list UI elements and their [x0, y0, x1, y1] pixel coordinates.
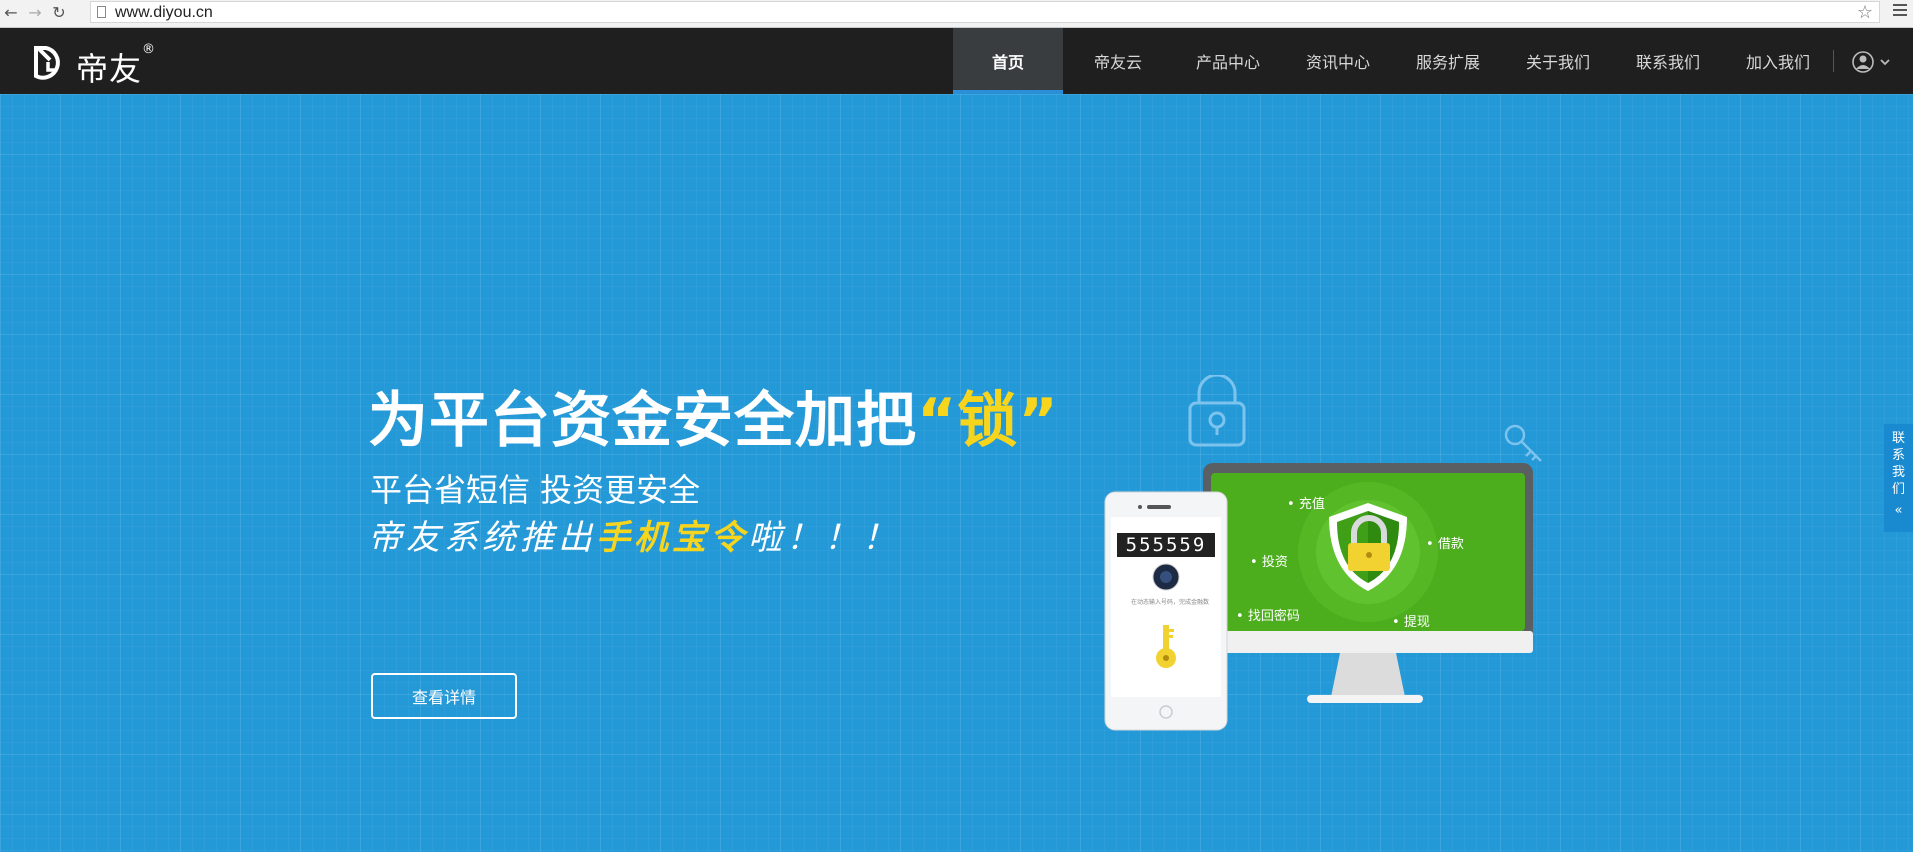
label-loan-text: 借款: [1437, 537, 1464, 552]
tagline-suffix: 啦！！！: [748, 518, 900, 558]
chevron-left-icon[interactable]: «: [1884, 502, 1913, 519]
nav-services[interactable]: 服务扩展: [1393, 28, 1503, 94]
bookmark-star-icon[interactable]: ☆: [1857, 2, 1873, 23]
headline-accent: “锁”: [917, 386, 1059, 456]
site-header: 帝友® 首页 帝友云 产品中心 资讯中心 服务扩展 关于我们 联系我们 加入我们: [0, 28, 1913, 94]
label-recharge-text: 充值: [1298, 497, 1325, 512]
monitor-illustration: [1203, 463, 1533, 703]
contact-tab-char: 我: [1891, 465, 1905, 480]
tagline-accent: 手机宝令: [596, 518, 748, 558]
page-icon: [97, 6, 106, 18]
nav-diyou-cloud[interactable]: 帝友云: [1063, 28, 1173, 94]
contact-tab-char: 系: [1891, 448, 1905, 463]
back-arrow-icon[interactable]: ←: [2, 4, 20, 22]
main-nav: 首页 帝友云 产品中心 资讯中心 服务扩展 关于我们 联系我们 加入我们: [953, 28, 1833, 94]
contact-us-side-tab[interactable]: 联 系 我 们 «: [1884, 424, 1913, 532]
user-avatar-icon: [1852, 51, 1890, 73]
monitor-label-withdraw: • 提现: [1392, 615, 1430, 630]
phone-code-display: 555559: [1125, 534, 1207, 556]
monitor-label-loan: • 借款: [1426, 537, 1464, 552]
nav-products[interactable]: 产品中心: [1173, 28, 1283, 94]
address-bar[interactable]: www.diyou.cn ☆: [90, 1, 1880, 23]
contact-tab-char: 们: [1891, 482, 1905, 497]
label-invest-text: 投资: [1261, 555, 1288, 570]
nav-news[interactable]: 资讯中心: [1283, 28, 1393, 94]
label-withdraw-text: 提现: [1403, 615, 1430, 630]
nav-join[interactable]: 加入我们: [1723, 28, 1833, 94]
hero-banner: [0, 94, 1913, 852]
nav-contact[interactable]: 联系我们: [1613, 28, 1723, 94]
contact-tab-char: 联: [1891, 431, 1905, 446]
nav-about[interactable]: 关于我们: [1503, 28, 1613, 94]
hero-tagline: 帝友系统推出手机宝令啦！！！: [368, 510, 900, 559]
label-recover-text: 找回密码: [1247, 609, 1300, 624]
view-details-button[interactable]: 查看详情: [371, 673, 517, 719]
reload-icon[interactable]: ↻: [50, 4, 68, 22]
floating-lock-icon: [1188, 375, 1246, 447]
logo-text: 帝友®: [76, 42, 157, 90]
headline-text: 为平台资金安全加把: [368, 386, 917, 456]
user-menu-button[interactable]: [1852, 50, 1896, 74]
floating-key-icon: [1504, 424, 1542, 462]
browser-toolbar: ← → ↻ www.diyou.cn ☆: [0, 0, 1913, 28]
forward-arrow-icon[interactable]: →: [26, 4, 44, 22]
hero-subline: 平台省短信 投资更安全: [370, 471, 701, 509]
monitor-label-invest: • 投资: [1250, 555, 1288, 570]
url-text[interactable]: www.diyou.cn: [115, 4, 213, 22]
browser-menu-icon[interactable]: [1893, 4, 1907, 19]
chevron-down-icon: [1880, 59, 1890, 66]
hero-headline: 为平台资金安全加把“锁”: [368, 372, 1059, 459]
registered-mark: ®: [142, 42, 157, 57]
monitor-label-recover-password: • 找回密码: [1236, 609, 1300, 624]
phone-illustration: [1104, 491, 1228, 731]
nav-divider: [1833, 50, 1834, 72]
logo-mark-icon: [34, 46, 60, 80]
nav-home[interactable]: 首页: [953, 28, 1063, 94]
logo-text-label: 帝友: [76, 50, 143, 88]
monitor-label-recharge: • 充值: [1287, 497, 1325, 512]
tagline-prefix: 帝友系统推出: [368, 518, 596, 558]
phone-caption: 在动态输入号码，完成金融数: [1130, 599, 1209, 606]
